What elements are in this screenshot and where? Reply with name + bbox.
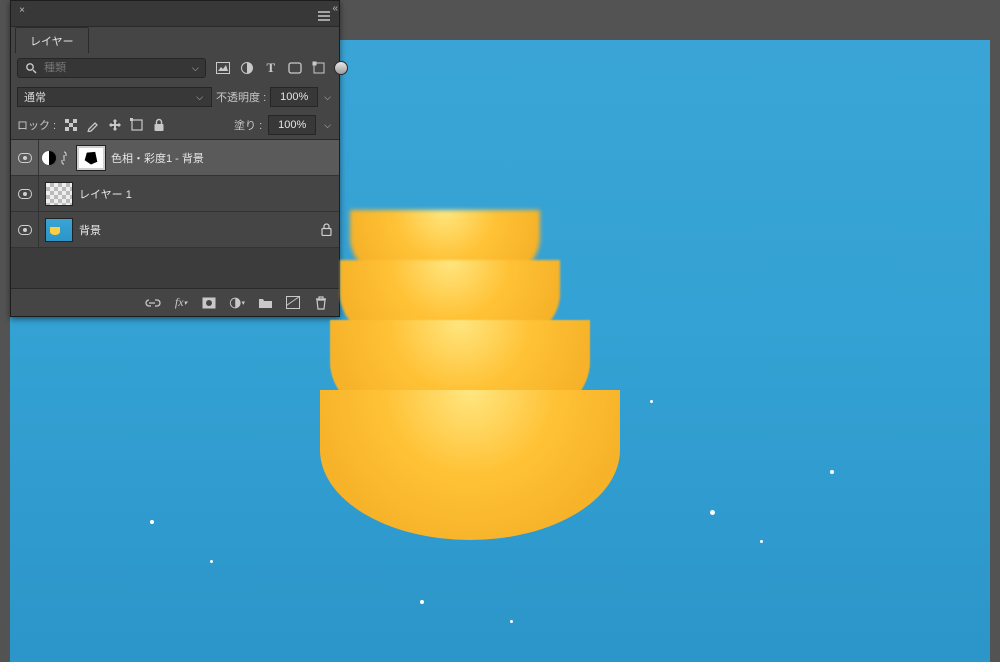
image-content xyxy=(830,470,834,474)
chevron-down-icon[interactable]: ⌵ xyxy=(190,63,201,74)
image-filter-icon[interactable] xyxy=(214,59,232,77)
eye-icon xyxy=(18,225,32,235)
lock-label: ロック : xyxy=(17,117,56,133)
layer-name[interactable]: レイヤー 1 xyxy=(79,186,132,202)
visibility-toggle[interactable] xyxy=(11,212,39,247)
new-group-icon[interactable] xyxy=(257,295,273,311)
layer-mask-thumbnail[interactable] xyxy=(77,146,105,170)
image-content xyxy=(420,600,424,604)
new-adjustment-icon[interactable]: ▾ xyxy=(229,295,245,311)
layer-name[interactable]: 背景 xyxy=(79,222,101,238)
eye-icon xyxy=(18,153,32,163)
image-content xyxy=(510,620,513,623)
lock-transparent-icon[interactable] xyxy=(62,116,80,134)
layers-panel: × « レイヤー ⌵ T xyxy=(10,0,340,317)
shape-filter-icon[interactable] xyxy=(286,59,304,77)
type-filter-icon[interactable]: T xyxy=(262,59,280,77)
tab-layers[interactable]: レイヤー xyxy=(15,27,89,53)
layer-thumbnail[interactable] xyxy=(45,182,73,206)
layer-row[interactable]: 色相・彩度1 - 背景 xyxy=(11,140,339,176)
panel-body: ⌵ T 通常 ⌵ xyxy=(11,53,339,137)
layer-row[interactable]: レイヤー 1 xyxy=(11,176,339,212)
image-content xyxy=(760,540,763,543)
smartobject-filter-icon[interactable] xyxy=(310,59,328,77)
delete-layer-icon[interactable] xyxy=(313,295,329,311)
layer-row[interactable]: 背景 xyxy=(11,212,339,248)
panel-header: × « xyxy=(11,1,339,27)
layer-effects-icon[interactable]: fx▾ xyxy=(173,295,189,311)
blend-mode-value: 通常 xyxy=(24,89,46,105)
panel-tabs: レイヤー xyxy=(11,27,339,53)
lock-icon xyxy=(319,223,333,237)
chevron-down-icon[interactable]: ⌵ xyxy=(322,120,333,131)
layer-name[interactable]: 色相・彩度1 - 背景 xyxy=(111,150,204,166)
filter-toggle[interactable] xyxy=(334,61,348,75)
lock-pixels-icon[interactable] xyxy=(84,116,102,134)
panel-menu-icon[interactable] xyxy=(315,7,333,25)
layer-list: 色相・彩度1 - 背景 レイヤー 1 背景 xyxy=(11,139,339,288)
fill-label: 塗り : xyxy=(234,117,262,133)
image-content xyxy=(320,390,620,540)
close-icon[interactable]: × xyxy=(15,3,29,17)
opacity-input[interactable]: 100% xyxy=(270,87,318,107)
lock-artboard-icon[interactable] xyxy=(128,116,146,134)
search-icon xyxy=(22,59,40,77)
adjustment-filter-icon[interactable] xyxy=(238,59,256,77)
layer-filter-input[interactable] xyxy=(44,62,186,74)
chevron-down-icon: ⌵ xyxy=(194,92,205,103)
image-content xyxy=(650,400,653,403)
image-content xyxy=(150,520,154,524)
add-mask-icon[interactable] xyxy=(201,295,217,311)
layer-filter-select[interactable]: ⌵ xyxy=(17,58,206,78)
image-content xyxy=(210,560,213,563)
blend-mode-select[interactable]: 通常 ⌵ xyxy=(17,87,212,107)
opacity-label: 不透明度 : xyxy=(216,89,266,105)
image-content xyxy=(710,510,715,515)
fill-input[interactable]: 100% xyxy=(268,115,316,135)
lock-position-icon[interactable] xyxy=(106,116,124,134)
lock-all-icon[interactable] xyxy=(150,116,168,134)
layer-thumbnail[interactable] xyxy=(45,218,73,242)
link-layers-icon[interactable] xyxy=(145,295,161,311)
visibility-toggle[interactable] xyxy=(11,176,39,211)
layer-list-empty xyxy=(11,248,339,288)
visibility-toggle[interactable] xyxy=(11,140,39,175)
new-layer-icon[interactable] xyxy=(285,295,301,311)
eye-icon xyxy=(18,189,32,199)
chevron-down-icon[interactable]: ⌵ xyxy=(322,92,333,103)
panel-footer: fx▾ ▾ xyxy=(11,288,339,316)
link-mask-icon[interactable] xyxy=(59,151,71,165)
adjustment-icon xyxy=(39,150,59,166)
